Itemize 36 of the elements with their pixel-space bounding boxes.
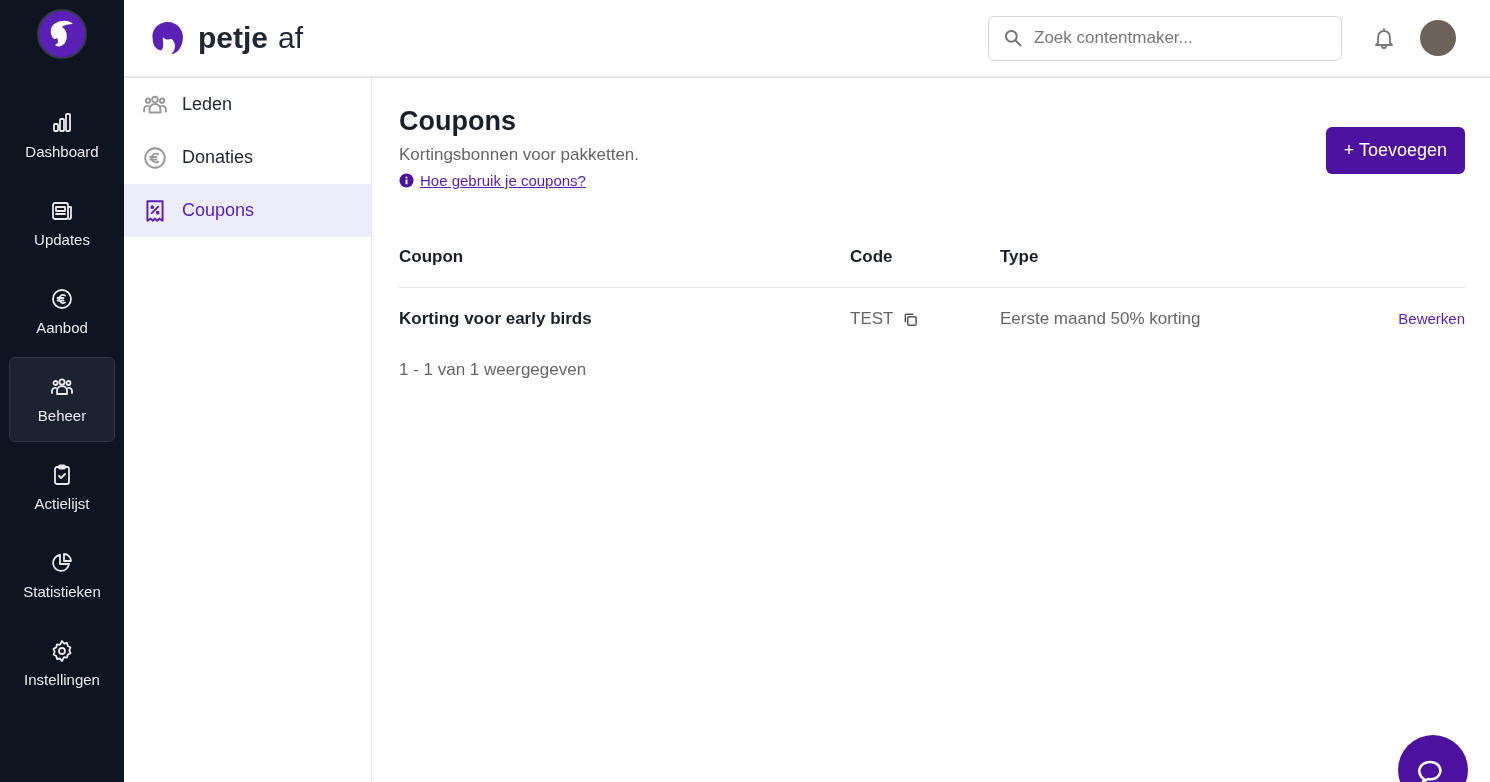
page-title: Coupons (399, 106, 517, 137)
nav-item[interactable]: Beheer (9, 357, 115, 442)
newspaper-icon (50, 199, 74, 223)
coupon-type: Eerste maand 50% korting (1000, 309, 1201, 328)
help-link[interactable]: Hoe gebruik je coupons? (420, 172, 586, 189)
nav-item[interactable]: Instellingen (9, 621, 115, 706)
coupon-name: Korting voor early birds (399, 309, 592, 328)
copy-icon[interactable] (903, 311, 919, 327)
submenu-item[interactable]: Leden (124, 78, 371, 131)
bar-chart-icon (50, 111, 74, 135)
nav-item[interactable]: Updates (9, 181, 115, 266)
column-header: Type (1000, 247, 1039, 266)
nav-item[interactable]: Dashboard (9, 93, 115, 178)
info-icon (399, 173, 414, 188)
pagination-text: 1 - 1 van 1 weergegeven (399, 360, 588, 380)
search-field[interactable]: Zoek contentmaker... (988, 15, 1342, 61)
logo-icon[interactable] (37, 9, 87, 59)
page-subtitle: Kortingsbonnen voor pakketten. (399, 145, 640, 165)
submenu-item[interactable]: Coupons (124, 184, 371, 237)
euro-icon (50, 287, 74, 311)
nav-item[interactable]: Statistieken (9, 533, 115, 618)
edit-link[interactable]: Bewerken (1398, 310, 1465, 327)
nav-item[interactable]: Actielijst (9, 445, 115, 530)
avatar[interactable] (1420, 20, 1456, 56)
pie-chart-icon (50, 551, 74, 575)
submenu-item[interactable]: Donaties (124, 131, 371, 184)
euro-icon (142, 144, 168, 171)
brand-name: petje (198, 21, 269, 55)
coupon-code: TEST (850, 309, 894, 329)
bell-icon[interactable] (1372, 26, 1396, 50)
add-button[interactable]: + Toevoegen (1325, 127, 1465, 174)
settings-icon (50, 639, 74, 663)
nav-item[interactable]: Aanbod (9, 269, 115, 354)
column-header: Coupon (399, 247, 464, 266)
column-header: Code (850, 247, 893, 266)
brand-name-suffix: af (278, 21, 304, 55)
